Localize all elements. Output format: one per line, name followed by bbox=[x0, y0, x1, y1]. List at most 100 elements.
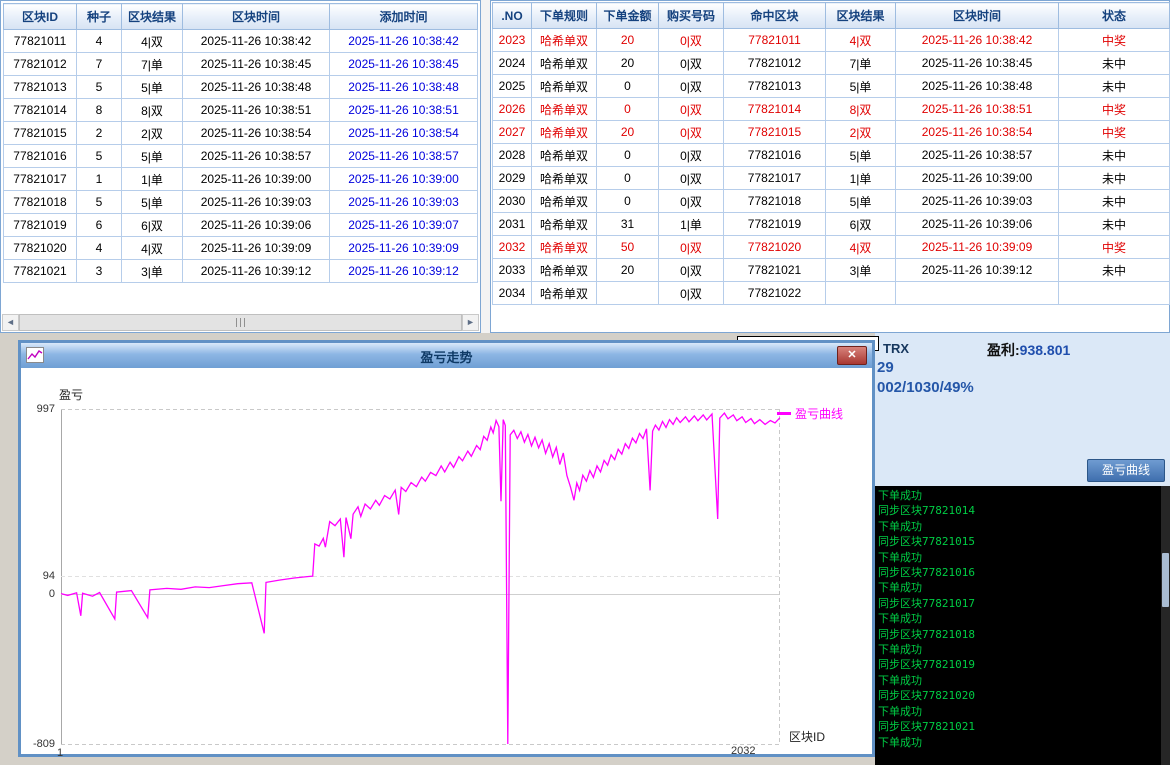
log-line: 同步区块77821015 bbox=[878, 534, 1170, 549]
blocks-table-panel: 区块ID种子区块结果区块时间添加时间 77821011 4 4|双 2025-1… bbox=[0, 0, 481, 333]
order-row[interactable]: 2029 哈希单双 0 0|双 77821017 1|单 2025-11-26 … bbox=[493, 167, 1170, 190]
rule-cell: 哈希单双 bbox=[532, 75, 597, 98]
rule-cell: 哈希单双 bbox=[532, 282, 597, 305]
scroll-right-icon[interactable]: ► bbox=[462, 314, 479, 331]
order-row[interactable]: 2024 哈希单双 20 0|双 77821012 7|单 2025-11-26… bbox=[493, 52, 1170, 75]
dialog-title: 盈亏走势 bbox=[21, 347, 872, 366]
legend-label: 盈亏曲线 bbox=[795, 405, 843, 422]
horizontal-scrollbar[interactable]: ◄ ► bbox=[2, 314, 479, 331]
time-cell: 2025-11-26 10:39:00 bbox=[896, 167, 1059, 190]
amount-cell: 0 bbox=[597, 98, 659, 121]
block-row[interactable]: 77821014 8 8|双 2025-11-26 10:38:51 2025-… bbox=[4, 99, 478, 122]
column-header[interactable]: 区块时间 bbox=[183, 4, 330, 30]
rule-cell: 哈希单双 bbox=[532, 144, 597, 167]
order-row[interactable]: 2027 哈希单双 20 0|双 77821015 2|双 2025-11-26… bbox=[493, 121, 1170, 144]
block-row[interactable]: 77821020 4 4|双 2025-11-26 10:39:09 2025-… bbox=[4, 237, 478, 260]
seed-cell: 4 bbox=[77, 30, 122, 53]
block-row[interactable]: 77821016 5 5|单 2025-11-26 10:38:57 2025-… bbox=[4, 145, 478, 168]
rule-cell: 哈希单双 bbox=[532, 213, 597, 236]
order-row[interactable]: 2031 哈希单双 31 1|单 77821019 6|双 2025-11-26… bbox=[493, 213, 1170, 236]
column-header[interactable]: .NO bbox=[493, 3, 532, 29]
order-no-cell: 2023 bbox=[493, 29, 532, 52]
chart-legend: 盈亏曲线 bbox=[777, 405, 843, 422]
time-cell: 2025-11-26 10:39:03 bbox=[896, 190, 1059, 213]
block-result-cell: 5|单 bbox=[122, 145, 183, 168]
y-tick-neg809: -809 bbox=[23, 738, 55, 750]
scroll-left-icon[interactable]: ◄ bbox=[2, 314, 19, 331]
column-header[interactable]: 区块结果 bbox=[122, 4, 183, 30]
status-cell: 未中 bbox=[1059, 190, 1170, 213]
log-line: 同步区块77821014 bbox=[878, 503, 1170, 518]
block-row[interactable]: 77821015 2 2|双 2025-11-26 10:38:54 2025-… bbox=[4, 122, 478, 145]
log-line: 同步区块77821019 bbox=[878, 657, 1170, 672]
block-row[interactable]: 77821013 5 5|单 2025-11-26 10:38:48 2025-… bbox=[4, 76, 478, 99]
column-header[interactable]: 购买号码 bbox=[659, 3, 724, 29]
column-header[interactable]: 下单金额 bbox=[597, 3, 659, 29]
rule-cell: 哈希单双 bbox=[532, 167, 597, 190]
added-time-cell: 2025-11-26 10:38:57 bbox=[330, 145, 478, 168]
number-cell: 0|双 bbox=[659, 282, 724, 305]
column-header[interactable]: 下单规则 bbox=[532, 3, 597, 29]
log-line: 下单成功 bbox=[878, 488, 1170, 503]
column-header[interactable]: 命中区块 bbox=[724, 3, 826, 29]
scrollbar-thumb[interactable] bbox=[19, 314, 462, 331]
result-cell: 3|单 bbox=[826, 259, 896, 282]
order-row[interactable]: 2033 哈希单双 20 0|双 77821021 3|单 2025-11-26… bbox=[493, 259, 1170, 282]
console-scrollbar[interactable] bbox=[1161, 486, 1170, 765]
order-no-cell: 2028 bbox=[493, 144, 532, 167]
block-row[interactable]: 77821021 3 3|单 2025-11-26 10:39:12 2025-… bbox=[4, 260, 478, 283]
time-cell: 2025-11-26 10:38:45 bbox=[896, 52, 1059, 75]
block-row[interactable]: 77821019 6 6|双 2025-11-26 10:39:06 2025-… bbox=[4, 214, 478, 237]
block-result-cell: 4|双 bbox=[122, 30, 183, 53]
added-time-cell: 2025-11-26 10:38:54 bbox=[330, 122, 478, 145]
block-row[interactable]: 77821011 4 4|双 2025-11-26 10:38:42 2025-… bbox=[4, 30, 478, 53]
block-id-cell: 77821018 bbox=[4, 191, 77, 214]
block-row[interactable]: 77821018 5 5|单 2025-11-26 10:39:03 2025-… bbox=[4, 191, 478, 214]
close-button[interactable]: ✕ bbox=[837, 346, 867, 365]
block-result-cell: 7|单 bbox=[122, 53, 183, 76]
block-result-cell: 3|单 bbox=[122, 260, 183, 283]
profit-summary: 盈利:938.801 bbox=[987, 340, 1070, 360]
number-cell: 0|双 bbox=[659, 259, 724, 282]
order-row[interactable]: 2034 哈希单双 0|双 77821022 bbox=[493, 282, 1170, 305]
x-tick-end: 2032 bbox=[731, 745, 755, 757]
block-time-cell: 2025-11-26 10:39:03 bbox=[183, 191, 330, 214]
block-result-cell: 1|单 bbox=[122, 168, 183, 191]
block-id-cell: 77821012 bbox=[4, 53, 77, 76]
profit-curve-button[interactable]: 盈亏曲线 bbox=[1087, 459, 1165, 482]
scrollbar-track[interactable] bbox=[19, 314, 462, 331]
console-scrollbar-thumb[interactable] bbox=[1162, 553, 1169, 607]
column-header[interactable]: 添加时间 bbox=[330, 4, 478, 30]
time-cell: 2025-11-26 10:38:48 bbox=[896, 75, 1059, 98]
column-header[interactable]: 区块结果 bbox=[826, 3, 896, 29]
time-cell: 2025-11-26 10:38:51 bbox=[896, 98, 1059, 121]
block-row[interactable]: 77821012 7 7|单 2025-11-26 10:38:45 2025-… bbox=[4, 53, 478, 76]
trx-label: TRX bbox=[883, 341, 909, 356]
block-time-cell: 2025-11-26 10:39:00 bbox=[183, 168, 330, 191]
order-row[interactable]: 2030 哈希单双 0 0|双 77821018 5|单 2025-11-26 … bbox=[493, 190, 1170, 213]
status-cell: 中奖 bbox=[1059, 121, 1170, 144]
block-id-cell: 77821021 bbox=[4, 260, 77, 283]
status-cell: 未中 bbox=[1059, 167, 1170, 190]
time-cell: 2025-11-26 10:38:57 bbox=[896, 144, 1059, 167]
block-time-cell: 2025-11-26 10:38:54 bbox=[183, 122, 330, 145]
column-header[interactable]: 区块时间 bbox=[896, 3, 1059, 29]
result-cell: 5|单 bbox=[826, 144, 896, 167]
order-row[interactable]: 2023 哈希单双 20 0|双 77821011 4|双 2025-11-26… bbox=[493, 29, 1170, 52]
log-console[interactable]: 下单成功同步区块77821014下单成功同步区块77821015下单成功同步区块… bbox=[875, 486, 1170, 765]
column-header[interactable]: 种子 bbox=[77, 4, 122, 30]
block-result-cell: 6|双 bbox=[122, 214, 183, 237]
order-row[interactable]: 2026 哈希单双 0 0|双 77821014 8|双 2025-11-26 … bbox=[493, 98, 1170, 121]
order-row[interactable]: 2032 哈希单双 50 0|双 77821020 4|双 2025-11-26… bbox=[493, 236, 1170, 259]
block-row[interactable]: 77821017 1 1|单 2025-11-26 10:39:00 2025-… bbox=[4, 168, 478, 191]
result-cell: 2|双 bbox=[826, 121, 896, 144]
stat-line-2: 002/1030/49% bbox=[877, 379, 974, 396]
order-row[interactable]: 2028 哈希单双 0 0|双 77821016 5|单 2025-11-26 … bbox=[493, 144, 1170, 167]
log-line: 下单成功 bbox=[878, 611, 1170, 626]
block-id-cell: 77821017 bbox=[4, 168, 77, 191]
dialog-titlebar[interactable]: 盈亏走势 ✕ bbox=[21, 343, 872, 368]
amount-cell bbox=[597, 282, 659, 305]
column-header[interactable]: 区块ID bbox=[4, 4, 77, 30]
order-row[interactable]: 2025 哈希单双 0 0|双 77821013 5|单 2025-11-26 … bbox=[493, 75, 1170, 98]
column-header[interactable]: 状态 bbox=[1059, 3, 1170, 29]
